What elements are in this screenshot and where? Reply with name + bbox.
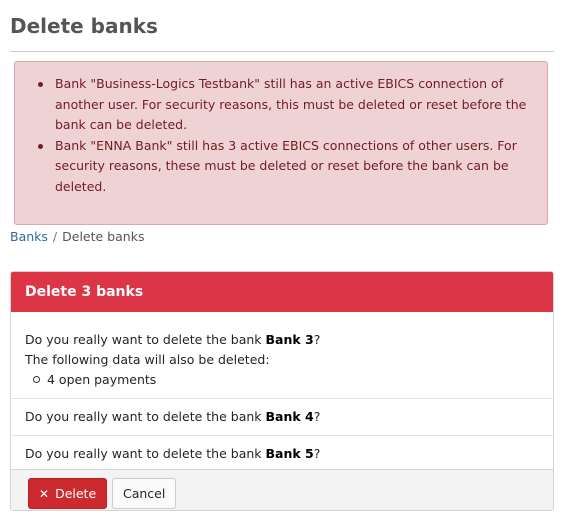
title-divider (10, 51, 554, 52)
error-alert: Bank "Business-Logics Testbank" still ha… (14, 61, 548, 225)
question-text: Do you really want to delete the bank (25, 332, 262, 347)
alert-item: Bank "Business-Logics Testbank" still ha… (38, 74, 537, 136)
question-mark: ? (313, 409, 321, 424)
breadcrumb-separator: / (52, 229, 58, 244)
alert-item: Bank "ENNA Bank" still has 3 active EBIC… (38, 136, 537, 198)
question-text: Do you really want to delete the bank (25, 409, 262, 424)
question-mark: ? (313, 446, 321, 461)
bank-name: Bank 3 (265, 332, 314, 347)
breadcrumb: Banks / Delete banks (10, 228, 144, 246)
card-header: Delete 3 banks (11, 272, 553, 312)
delete-button[interactable]: ✕ Delete (28, 478, 108, 509)
bank-name: Bank 5 (265, 446, 314, 461)
close-icon: ✕ (39, 486, 50, 501)
breadcrumb-link-banks[interactable]: Banks (10, 229, 48, 244)
also-deleted-list: 4 open payments (25, 370, 539, 390)
breadcrumb-current: Delete banks (62, 229, 145, 244)
bank-name: Bank 4 (265, 409, 314, 424)
bank-row-4: Do you really want to delete the bank Ba… (11, 399, 553, 436)
bank-row-3: Do you really want to delete the bank Ba… (11, 316, 553, 399)
card-footer: ✕ Delete Cancel (11, 469, 553, 510)
bank-row-5: Do you really want to delete the bank Ba… (11, 436, 553, 473)
also-deleted-item: 4 open payments (33, 370, 539, 390)
bank-question: Do you really want to delete the bank Ba… (25, 330, 539, 350)
card-body: Do you really want to delete the bank Ba… (11, 312, 553, 473)
alert-list: Bank "Business-Logics Testbank" still ha… (15, 62, 547, 197)
page-title: Delete banks (10, 14, 158, 38)
question-text: Do you really want to delete the bank (25, 446, 262, 461)
delete-label: Delete (55, 486, 97, 501)
cancel-button[interactable]: Cancel (112, 478, 177, 509)
delete-banks-card: Delete 3 banks Do you really want to del… (10, 271, 554, 511)
also-deleted-label: The following data will also be deleted: (25, 352, 270, 367)
question-mark: ? (313, 332, 321, 347)
